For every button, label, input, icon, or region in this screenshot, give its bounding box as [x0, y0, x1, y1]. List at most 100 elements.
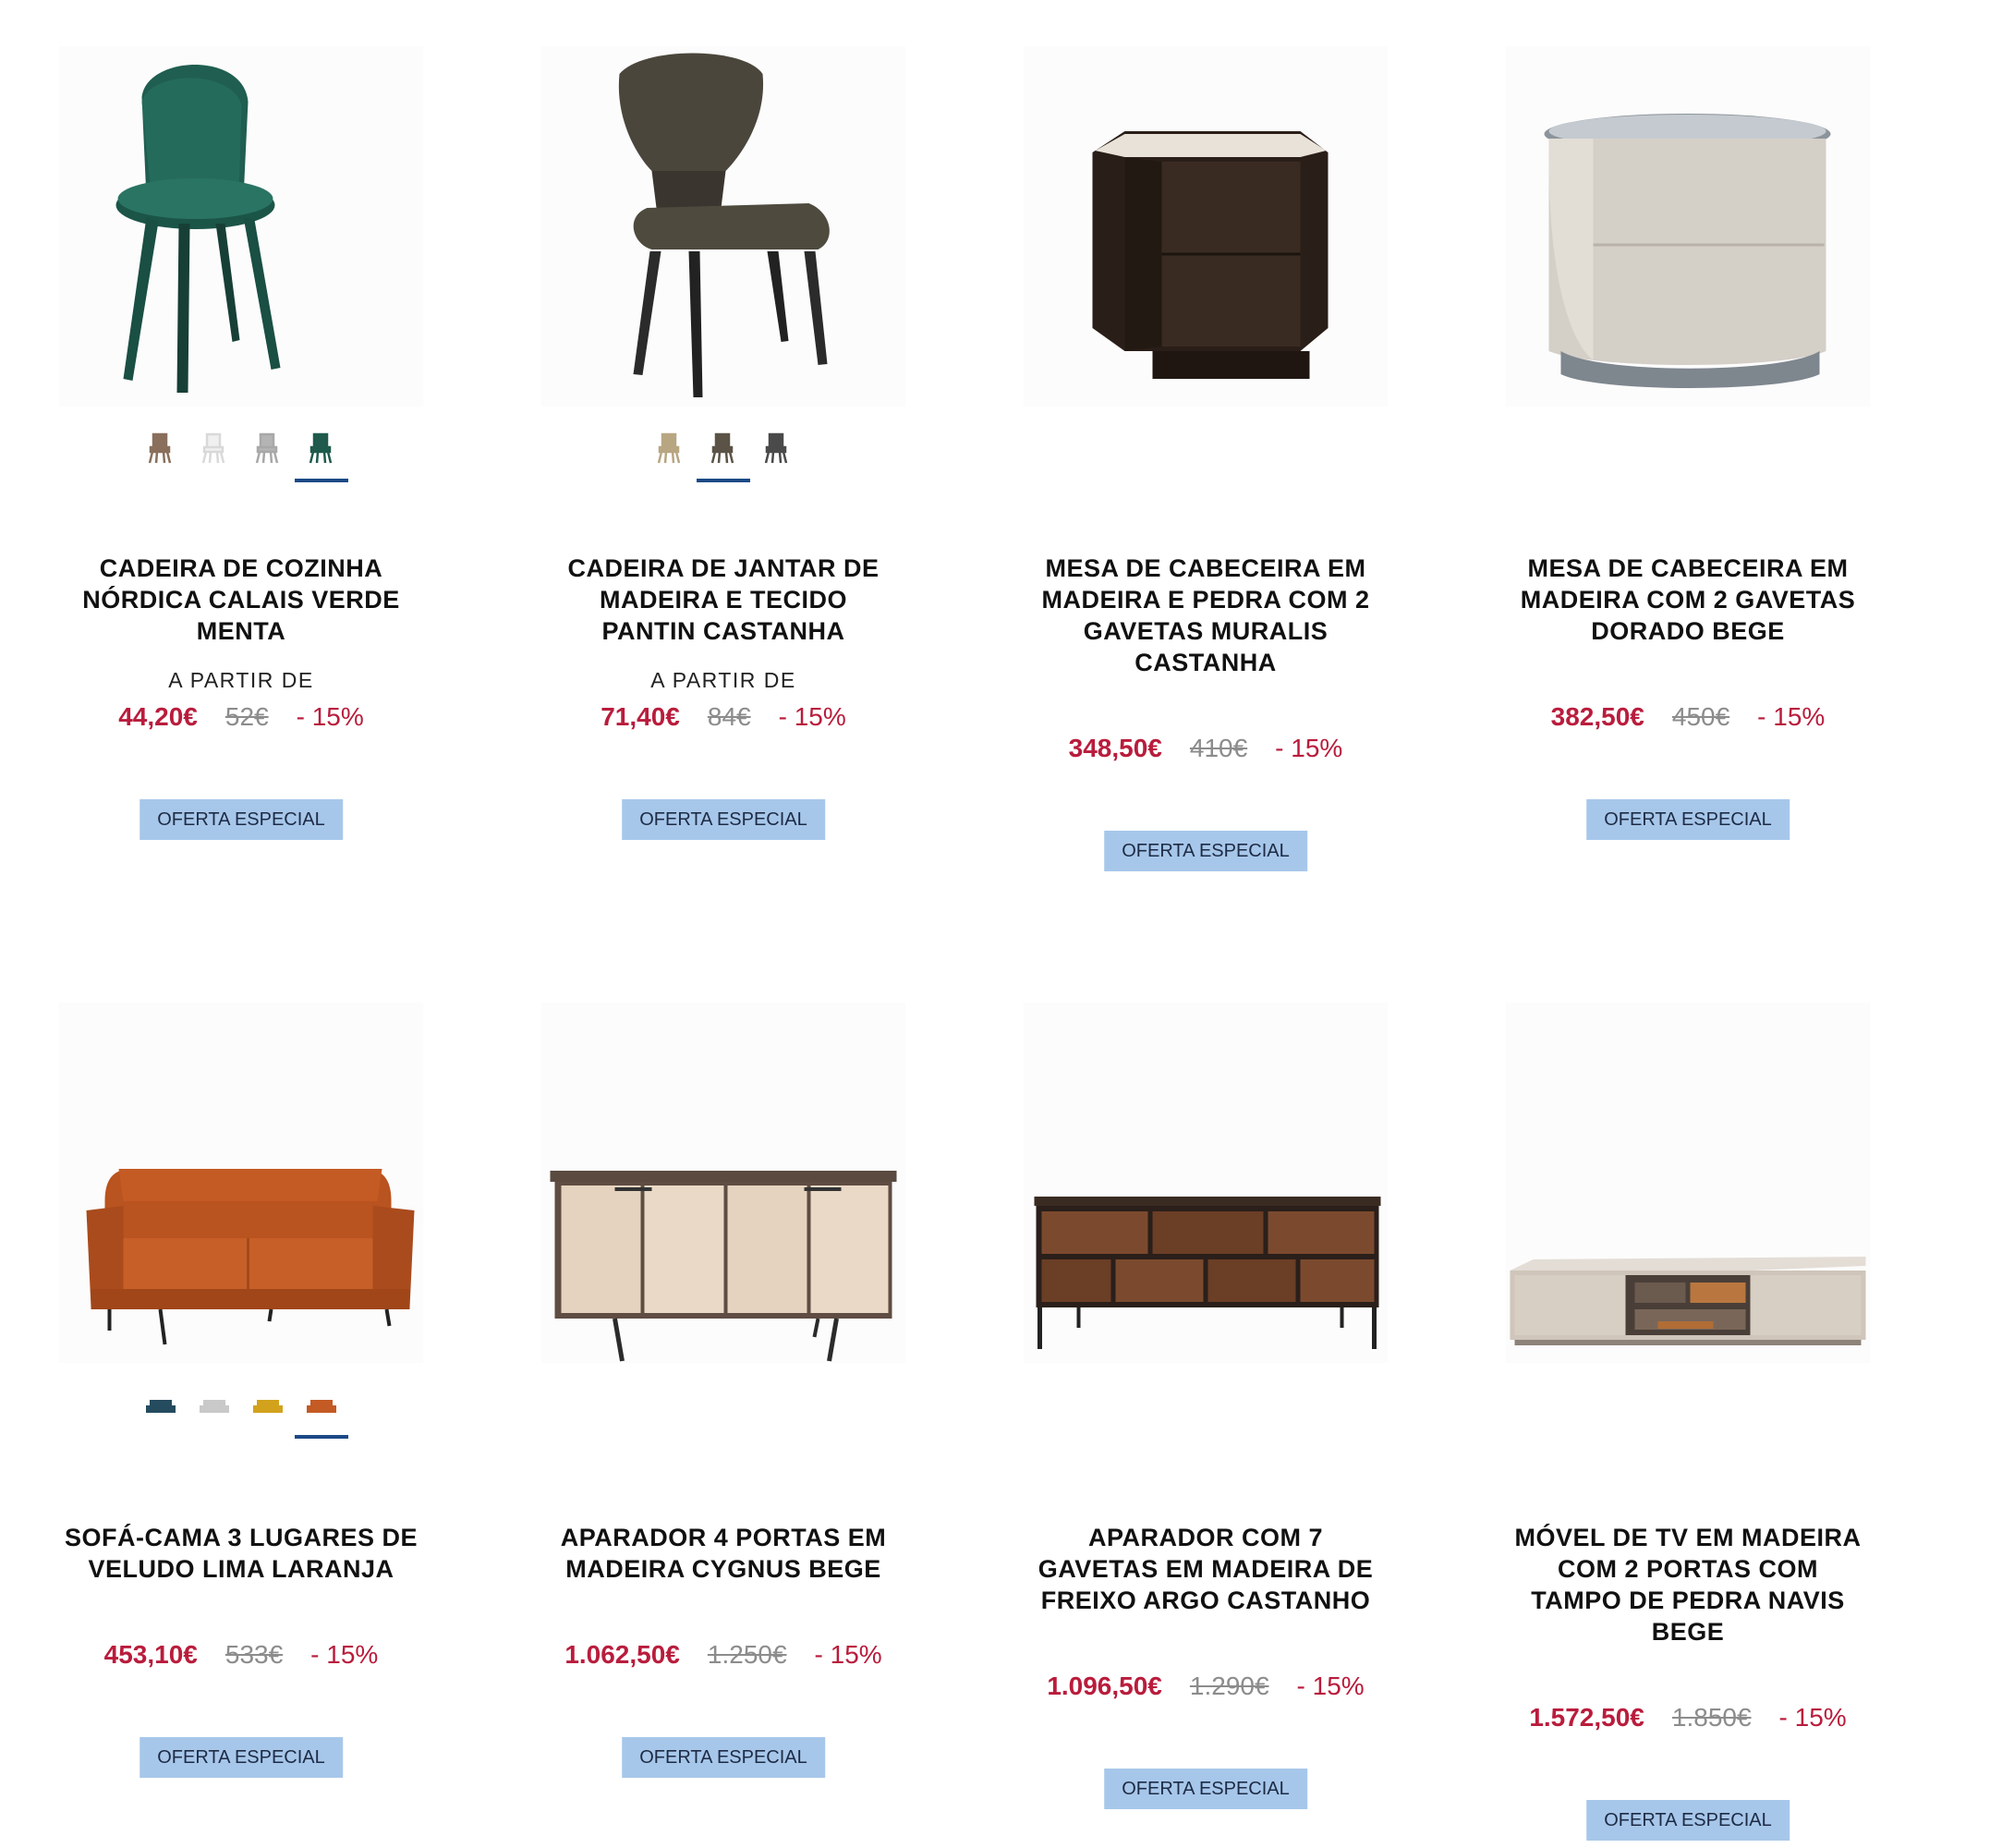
current-price: 348,50€ — [1068, 734, 1162, 762]
product-image[interactable] — [1505, 46, 1871, 407]
discount-label: - 15% — [778, 702, 846, 731]
discount-label: - 15% — [1778, 1703, 1847, 1732]
title-line: APARADOR COM 7 — [1087, 1524, 1323, 1551]
product-title[interactable]: CADEIRA DE COZINHA NÓRDICA CALAIS VERDE … — [19, 553, 463, 647]
color-swatch-1[interactable] — [697, 429, 750, 482]
price-row: 44,20€ 52€ - 15% — [19, 702, 463, 732]
current-price: 382,50€ — [1550, 702, 1644, 731]
title-line: CASTANHA — [1134, 649, 1277, 676]
special-offer-badge[interactable]: OFERTA ESPECIAL — [140, 1737, 343, 1778]
chair-swatch-icon — [764, 432, 788, 464]
brown-chair-image — [618, 53, 830, 397]
special-offer-badge[interactable]: OFERTA ESPECIAL — [140, 799, 343, 840]
old-price: 410€ — [1189, 734, 1248, 762]
special-offer-badge[interactable]: OFERTA ESPECIAL — [1104, 1769, 1307, 1809]
price-row: 382,50€ 450€ - 15% — [1466, 702, 1910, 732]
discount-label: - 15% — [814, 1640, 882, 1669]
special-offer-badge[interactable]: OFERTA ESPECIAL — [622, 1737, 825, 1778]
title-line: NÓRDICA CALAIS VERDE — [82, 586, 400, 614]
chair-swatch-icon — [309, 432, 333, 464]
discount-label: - 15% — [310, 1640, 379, 1669]
tv-unit-image — [1510, 1257, 1866, 1345]
chair-swatch-icon — [201, 432, 225, 464]
color-swatch-2[interactable] — [758, 429, 795, 466]
price-row: 453,10€ 533€ - 15% — [19, 1640, 463, 1670]
old-price: 84€ — [707, 702, 751, 731]
product-image[interactable] — [58, 1003, 424, 1363]
product-title[interactable]: APARADOR 4 PORTAS EM MADEIRA CYGNUS BEGE — [502, 1522, 945, 1585]
color-swatch-2[interactable] — [249, 1385, 286, 1422]
product-title[interactable]: MÓVEL DE TV EM MADEIRA COM 2 PORTAS COM … — [1466, 1522, 1910, 1647]
color-swatch-1[interactable] — [196, 429, 233, 466]
old-price: 1.290€ — [1189, 1672, 1269, 1700]
price-row: 71,40€ 84€ - 15% — [502, 702, 945, 732]
color-swatch-1[interactable] — [196, 1385, 233, 1422]
price-row: 1.096,50€ 1.290€ - 15% — [984, 1672, 1427, 1701]
special-offer-badge[interactable]: OFERTA ESPECIAL — [1104, 831, 1307, 871]
product-title[interactable]: SOFÁ-CAMA 3 LUGARES DE VELUDO LIMA LARAN… — [19, 1522, 463, 1585]
product-image[interactable] — [540, 46, 906, 407]
title-line: FREIXO ARGO CASTANHO — [1040, 1587, 1371, 1614]
product-title[interactable]: MESA DE CABECEIRA EM MADEIRA COM 2 GAVET… — [1466, 553, 1910, 647]
color-swatch-0[interactable] — [142, 1385, 179, 1422]
special-offer-badge[interactable]: OFERTA ESPECIAL — [1586, 1800, 1790, 1841]
current-price: 1.096,50€ — [1047, 1672, 1162, 1700]
current-price: 1.572,50€ — [1529, 1703, 1644, 1732]
current-price: 453,10€ — [103, 1640, 198, 1669]
sofa-swatch-icon — [146, 1400, 176, 1413]
title-line: GAVETAS EM MADEIRA DE — [1037, 1555, 1374, 1583]
title-line: VELUDO LIMA LARANJA — [88, 1555, 394, 1583]
current-price: 1.062,50€ — [564, 1640, 680, 1669]
old-price: 533€ — [224, 1640, 284, 1669]
color-swatch-0[interactable] — [651, 429, 688, 466]
product-image[interactable] — [1023, 46, 1389, 407]
special-offer-badge[interactable]: OFERTA ESPECIAL — [1586, 799, 1790, 840]
current-price: 44,20€ — [118, 702, 198, 731]
chair-swatch-icon — [710, 432, 734, 464]
title-line: MENTA — [196, 617, 286, 645]
color-swatch-3[interactable] — [295, 1385, 348, 1439]
green-chair-image — [115, 65, 281, 393]
product-image[interactable] — [1505, 1003, 1871, 1363]
title-line: MESA DE CABECEIRA EM — [1527, 554, 1849, 582]
title-line: MADEIRA COM 2 GAVETAS — [1520, 586, 1856, 614]
title-line: SOFÁ-CAMA 3 LUGARES DE — [64, 1524, 418, 1551]
product-title[interactable]: MESA DE CABECEIRA EM MADEIRA E PEDRA COM… — [984, 553, 1427, 678]
orange-sofa-image — [86, 1169, 415, 1345]
product-title[interactable]: APARADOR COM 7 GAVETAS EM MADEIRA DE FRE… — [984, 1522, 1427, 1616]
title-line: MESA DE CABECEIRA EM — [1045, 554, 1366, 582]
product-image[interactable] — [58, 46, 424, 407]
color-swatch-0[interactable] — [142, 429, 179, 466]
color-swatches — [19, 429, 463, 482]
product-title[interactable]: CADEIRA DE JANTAR DE MADEIRA E TECIDO PA… — [502, 553, 945, 647]
special-offer-badge[interactable]: OFERTA ESPECIAL — [622, 799, 825, 840]
sofa-swatch-icon — [253, 1400, 283, 1413]
color-swatch-2[interactable] — [249, 429, 286, 466]
from-label: A PARTIR DE — [168, 668, 314, 692]
price-row: 1.062,50€ 1.250€ - 15% — [502, 1640, 945, 1670]
title-line: MADEIRA E TECIDO — [599, 586, 847, 614]
title-line: BEGE — [1651, 1618, 1725, 1646]
old-price: 1.850€ — [1671, 1703, 1752, 1732]
title-line: GAVETAS MURALIS — [1083, 617, 1329, 645]
color-swatches — [19, 1385, 463, 1439]
chair-swatch-icon — [148, 432, 172, 464]
discount-label: - 15% — [296, 702, 364, 731]
title-line: CADEIRA DE JANTAR DE — [567, 554, 880, 582]
title-line: APARADOR 4 PORTAS EM — [560, 1524, 887, 1551]
product-image[interactable] — [1023, 1003, 1389, 1363]
chair-swatch-icon — [657, 432, 681, 464]
discount-label: - 15% — [1296, 1672, 1365, 1700]
title-line: MÓVEL DE TV EM MADEIRA — [1514, 1524, 1862, 1551]
color-swatch-3[interactable] — [295, 429, 348, 482]
old-price: 1.250€ — [707, 1640, 787, 1669]
price-row: 1.572,50€ 1.850€ - 15% — [1466, 1703, 1910, 1732]
product-image[interactable] — [540, 1003, 906, 1363]
title-line: COM 2 PORTAS COM — [1557, 1555, 1818, 1583]
title-line: MADEIRA CYGNUS BEGE — [565, 1555, 881, 1583]
dark-nightstand-image — [1092, 131, 1329, 379]
title-line: PANTIN CASTANHA — [601, 617, 845, 645]
old-price: 52€ — [224, 702, 269, 731]
title-line: MADEIRA E PEDRA COM 2 — [1041, 586, 1370, 614]
title-line: CADEIRA DE COZINHA — [99, 554, 383, 582]
